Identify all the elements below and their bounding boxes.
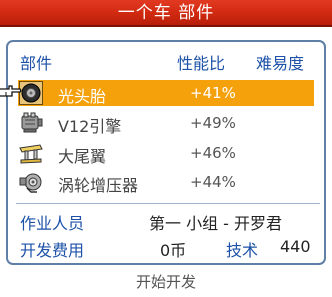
part-name: V12引擎 <box>58 117 122 136</box>
part-ratio: +44% <box>190 173 236 191</box>
header-ratio: 性能比 <box>177 54 226 73</box>
title-bar: 一个车 部件 <box>0 0 332 27</box>
part-row-spoiler[interactable]: 大尾翼 +46% <box>18 140 314 166</box>
cost-value: 0币 <box>160 241 187 260</box>
header-part: 部件 <box>20 54 53 73</box>
engine-icon <box>21 112 43 133</box>
turbo-icon <box>19 173 42 193</box>
pointing-hand-icon <box>0 85 22 97</box>
panel-divider <box>16 203 320 204</box>
staff-value: 第一 小组 - 开罗君 <box>149 214 283 233</box>
cost-label: 开发费用 <box>20 241 85 260</box>
staff-label: 作业人员 <box>20 214 85 233</box>
part-name: 涡轮增压器 <box>58 176 139 195</box>
part-name: 大尾翼 <box>58 147 107 166</box>
part-name: 光头胎 <box>58 87 107 106</box>
start-development-button[interactable]: 开始开发 <box>0 271 332 292</box>
tech-label: 技术 <box>226 241 259 260</box>
tech-value: 440 <box>280 237 311 256</box>
part-ratio: +41% <box>190 84 236 102</box>
spoiler-icon <box>19 144 43 164</box>
part-row-tire[interactable]: 光头胎 +41% <box>18 80 314 106</box>
part-row-engine[interactable]: V12引擎 +49% <box>18 110 314 136</box>
parts-panel: 部件 性能比 难易度 光头胎 +41% V12引擎 +49% 大尾翼 +46% … <box>6 40 326 265</box>
screen-title: 一个车 部件 <box>117 3 215 23</box>
part-row-turbo[interactable]: 涡轮增压器 +44% <box>18 169 314 195</box>
header-difficulty: 难易度 <box>256 54 305 73</box>
part-ratio: +49% <box>190 114 236 132</box>
tire-icon <box>19 81 43 105</box>
part-ratio: +46% <box>190 144 236 162</box>
